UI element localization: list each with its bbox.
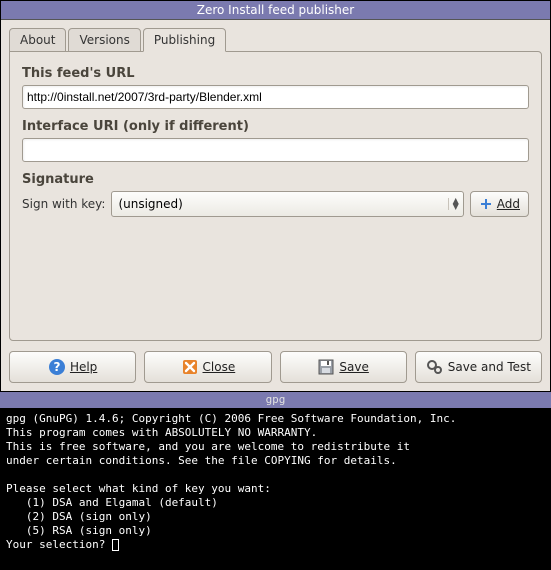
window-titlebar: Zero Install feed publisher <box>1 1 550 20</box>
signature-label: Signature <box>22 172 529 187</box>
help-button[interactable]: ? Help <box>9 351 136 383</box>
publishing-panel: This feed's URL Interface URI (only if d… <box>9 51 542 341</box>
tab-publishing[interactable]: Publishing <box>143 28 226 52</box>
feed-url-label: This feed's URL <box>22 66 529 81</box>
add-key-button[interactable]: Add <box>470 191 529 217</box>
terminal-window: gpg gpg (GnuPG) 1.4.6; Copyright (C) 200… <box>0 392 551 556</box>
tab-about[interactable]: About <box>9 28 66 52</box>
help-label: Help <box>70 360 97 374</box>
save-label: Save <box>339 360 368 374</box>
add-icon <box>479 197 493 211</box>
gears-icon <box>426 358 444 376</box>
terminal-body[interactable]: gpg (GnuPG) 1.4.6; Copyright (C) 2006 Fr… <box>0 408 551 556</box>
sign-with-key-label: Sign with key: <box>22 197 105 211</box>
terminal-cursor <box>112 539 119 551</box>
save-and-test-label: Save and Test <box>448 360 531 374</box>
close-button[interactable]: Close <box>144 351 271 383</box>
tab-bar: About Versions Publishing <box>9 28 542 52</box>
close-label: Close <box>203 360 236 374</box>
close-icon <box>181 358 199 376</box>
sign-key-value: (unsigned) <box>118 197 182 211</box>
tab-versions[interactable]: Versions <box>68 28 140 52</box>
terminal-title: gpg <box>0 392 551 408</box>
interface-uri-input[interactable] <box>22 138 529 162</box>
interface-uri-label: Interface URI (only if different) <box>22 119 529 134</box>
save-button[interactable]: Save <box>280 351 407 383</box>
sign-key-combo[interactable]: (unsigned) ▲▼ <box>111 191 463 217</box>
feed-url-input[interactable] <box>22 85 529 109</box>
help-icon: ? <box>48 358 66 376</box>
svg-text:?: ? <box>53 360 60 374</box>
save-and-test-button[interactable]: Save and Test <box>415 351 542 383</box>
add-key-label: Add <box>497 197 520 211</box>
combo-arrows-icon: ▲▼ <box>448 198 459 210</box>
floppy-icon <box>317 358 335 376</box>
terminal-text: gpg (GnuPG) 1.4.6; Copyright (C) 2006 Fr… <box>6 412 456 551</box>
